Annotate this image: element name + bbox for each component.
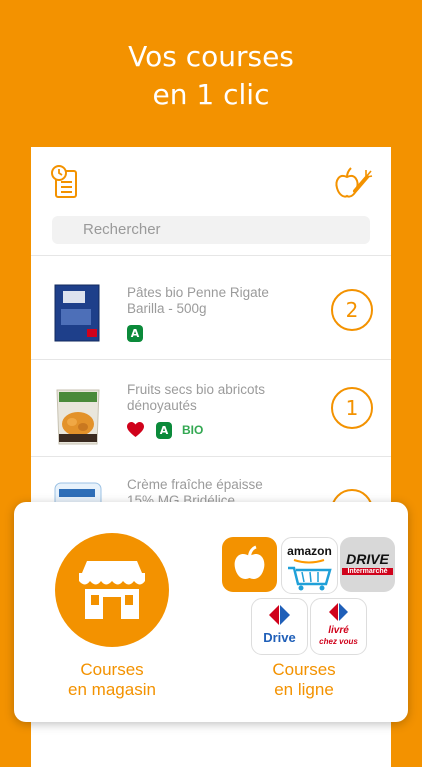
product-name: Pâtes bio Penne Rigate Barilla - 500g (127, 285, 269, 316)
carrefour-drive-label: Drive (263, 630, 296, 645)
product-image-pasta (54, 284, 100, 342)
quantity-badge[interactable]: 2 (331, 289, 373, 331)
store-option-label[interactable]: Courses en magasin (44, 660, 180, 700)
search-placeholder: Rechercher (83, 221, 161, 238)
carrefour-drive-app-icon[interactable]: Drive (251, 598, 308, 655)
quantity-badge[interactable]: 1 (331, 387, 373, 429)
headline: Vos courses en 1 clic (0, 38, 422, 114)
headline-line-2: en 1 clic (152, 78, 270, 111)
store-option-button[interactable] (55, 533, 169, 647)
divider (31, 255, 391, 256)
fruit-vegetable-icon[interactable] (333, 165, 373, 199)
favorite-heart-icon[interactable] (127, 422, 144, 438)
online-option-label[interactable]: Courses en ligne (254, 660, 354, 700)
yuka-app-icon[interactable] (222, 537, 277, 592)
intermarche-drive-app-icon[interactable]: DRIVE Intermarché (340, 537, 395, 592)
product-image-apricots (56, 389, 100, 445)
shopping-list-icon[interactable] (51, 165, 79, 199)
drive-wordmark: DRIVE (346, 551, 389, 567)
product-name: Fruits secs bio abricots dénoyautés (127, 382, 266, 413)
card-toolbar (31, 147, 391, 207)
shopping-mode-sheet: Courses en magasin amazon DRIVE Intermar… (14, 502, 408, 722)
store-icon (79, 561, 145, 619)
carrefour-livre-app-icon[interactable]: livré chez vous (310, 598, 367, 655)
carrefour-livre-label-2: chez vous (319, 637, 358, 646)
headline-line-1: Vos courses (128, 40, 294, 73)
list-item[interactable]: Pâtes bio Penne Rigate Barilla - 500g A … (31, 257, 391, 353)
amazon-app-icon[interactable]: amazon (281, 537, 338, 594)
list-item[interactable]: Fruits secs bio abricots dénoyautés A BI… (31, 360, 391, 456)
bio-label: BIO (182, 423, 204, 437)
nutriscore-badge: A (127, 325, 143, 342)
carrefour-livre-label-1: livré (328, 625, 349, 636)
nutriscore-badge: A (156, 422, 172, 439)
search-input[interactable]: Rechercher (52, 216, 370, 244)
intermarche-wordmark: Intermarché (342, 568, 393, 575)
